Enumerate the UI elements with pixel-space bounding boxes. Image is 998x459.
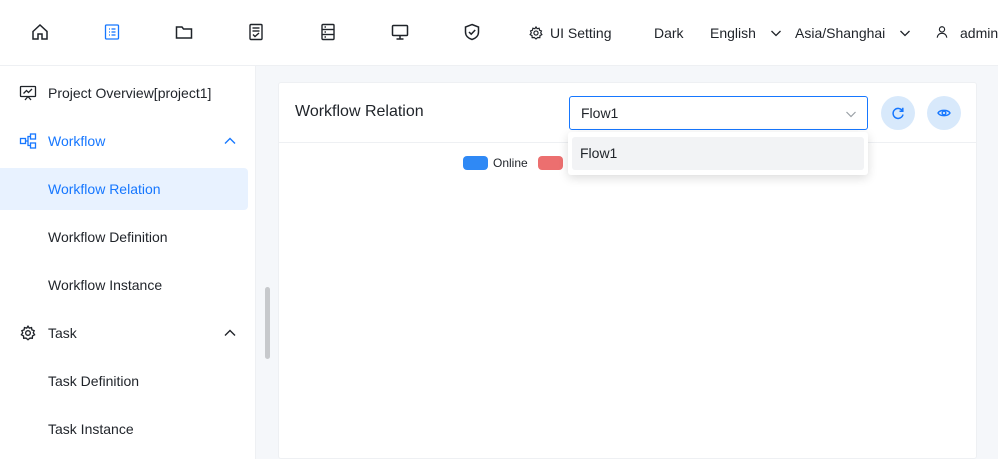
theme-toggle[interactable]: Dark — [654, 24, 684, 42]
sidebar-item-workflow-instance[interactable]: Workflow Instance — [0, 264, 248, 306]
chevron-down-icon — [845, 107, 857, 119]
presentation-chart-icon — [19, 84, 37, 102]
monitor-list-icon[interactable] — [316, 20, 340, 44]
chevron-down-icon[interactable] — [899, 26, 911, 38]
user-icon[interactable] — [934, 22, 950, 42]
legend-label: Online — [493, 156, 528, 170]
sidebar-item-task-instance[interactable]: Task Instance — [0, 408, 248, 450]
sidebar-item-workflow[interactable]: Workflow — [0, 120, 248, 162]
sidebar-item-label: Task — [48, 325, 77, 341]
sidebar-item-label: Workflow Definition — [48, 229, 168, 245]
gear-icon — [524, 21, 548, 45]
timezone-select[interactable]: Asia/Shanghai — [795, 24, 885, 42]
workflow-select-dropdown: Flow1 — [568, 132, 868, 175]
sidebar-scrollbar[interactable] — [265, 287, 270, 359]
top-header: UI Setting Dark English Asia/Shanghai ad… — [0, 0, 998, 66]
view-button[interactable] — [927, 96, 961, 130]
sidebar-item-label: Workflow — [48, 133, 106, 149]
sidebar-item-label: Workflow Instance — [48, 277, 163, 293]
refresh-button[interactable] — [881, 96, 915, 130]
legend-offline[interactable] — [538, 155, 568, 171]
refresh-icon — [892, 107, 904, 120]
legend-swatch-online — [463, 156, 488, 170]
chevron-up-icon — [223, 326, 237, 340]
page-title: Workflow Relation — [295, 103, 424, 120]
sidebar-item-label: Task Instance — [48, 421, 134, 437]
eye-icon — [937, 109, 951, 117]
sidebar-item-label: Project Overview[project1] — [48, 85, 212, 101]
language-select[interactable]: English — [710, 24, 756, 42]
legend-online[interactable]: Online — [463, 155, 528, 171]
gear-icon — [19, 324, 37, 342]
ui-setting-button[interactable]: UI Setting — [550, 24, 611, 42]
sidebar-item-workflow-relation[interactable]: Workflow Relation — [0, 168, 248, 210]
sidebar: Project Overview[project1] Workflow Work… — [0, 66, 256, 459]
sidebar-item-task-definition[interactable]: Task Definition — [0, 360, 248, 402]
folder-icon[interactable] — [172, 20, 196, 44]
project-icon[interactable] — [100, 20, 124, 44]
desktop-icon[interactable] — [388, 20, 412, 44]
workflow-icon — [19, 132, 37, 150]
user-menu[interactable]: admin — [960, 24, 998, 42]
workflow-select[interactable]: Flow1 — [569, 96, 868, 130]
chevron-up-icon — [223, 134, 237, 148]
sidebar-item-label: Task Definition — [48, 373, 140, 389]
sidebar-item-task[interactable]: Task — [0, 312, 248, 354]
workflow-select-value: Flow1 — [581, 105, 619, 121]
security-icon[interactable] — [460, 20, 484, 44]
sidebar-item-label: Workflow Relation — [48, 181, 161, 197]
workflow-option[interactable]: Flow1 — [572, 137, 864, 170]
sidebar-item-project-overview[interactable]: Project Overview[project1] — [0, 72, 248, 114]
legend-swatch-offline — [538, 156, 563, 170]
home-icon[interactable] — [28, 20, 52, 44]
datasource-icon[interactable] — [244, 20, 268, 44]
sidebar-item-workflow-definition[interactable]: Workflow Definition — [0, 216, 248, 258]
chevron-down-icon[interactable] — [770, 26, 782, 38]
